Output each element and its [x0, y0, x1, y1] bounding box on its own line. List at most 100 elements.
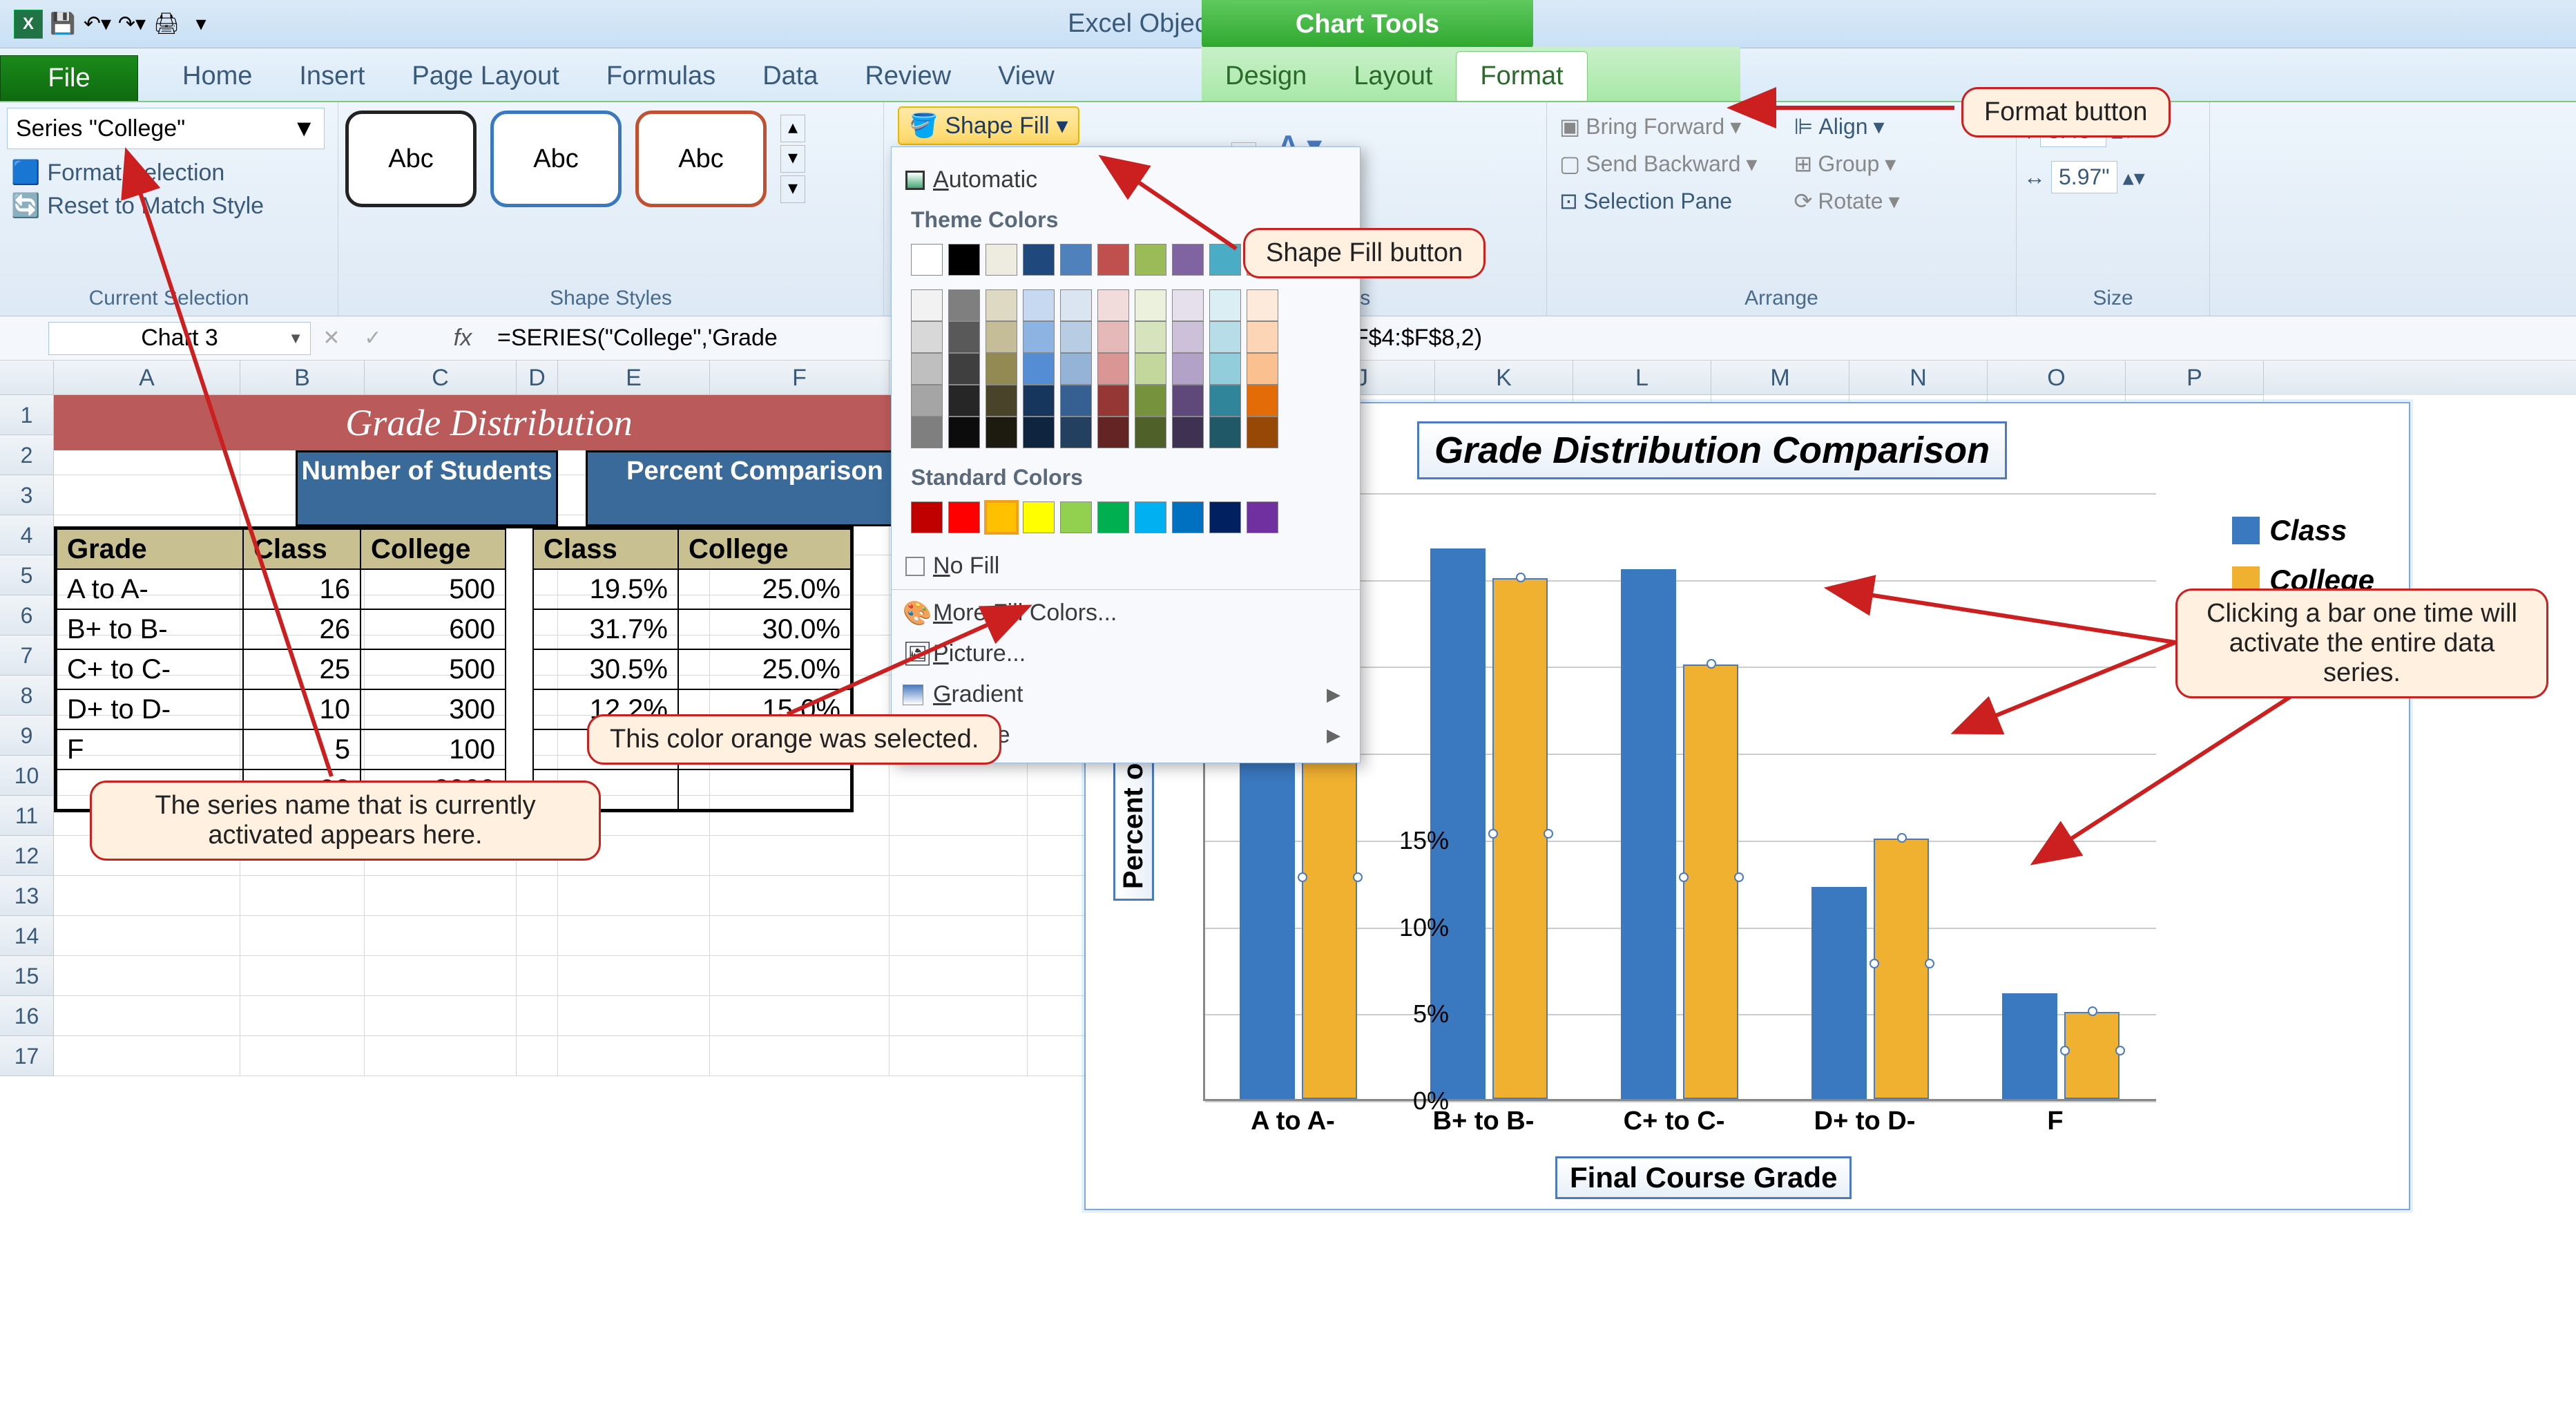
row-header-15[interactable]: 15 [0, 956, 54, 996]
cell-F16[interactable] [710, 996, 890, 1036]
cell-F13[interactable] [710, 876, 890, 916]
col-header-C[interactable]: C [365, 361, 517, 395]
col-header-M[interactable]: M [1711, 361, 1849, 395]
color-swatch[interactable] [1023, 385, 1055, 417]
formula-input[interactable]: =SERIES("College",'Gradeibution'!$F$4:$F… [490, 325, 2576, 352]
fill-automatic[interactable]: Automatic [892, 160, 1360, 200]
style-more-icon[interactable]: ▾ [780, 175, 805, 203]
color-swatch[interactable] [986, 244, 1017, 276]
fill-gradient[interactable]: Gradient▶ [892, 674, 1360, 715]
col-header-L[interactable]: L [1573, 361, 1711, 395]
tab-page-layout[interactable]: Page Layout [388, 52, 582, 101]
color-swatch[interactable] [911, 244, 943, 276]
cell-C17[interactable] [365, 1036, 517, 1076]
cell-D16[interactable] [517, 996, 558, 1036]
cell-G11[interactable] [890, 796, 1028, 836]
color-swatch[interactable] [1023, 321, 1055, 353]
color-swatch[interactable] [1097, 244, 1129, 276]
row-header-13[interactable]: 13 [0, 876, 54, 916]
tab-design[interactable]: Design [1202, 52, 1330, 101]
cell-E14[interactable] [558, 916, 710, 956]
color-swatch[interactable] [1135, 244, 1166, 276]
selection-pane-button[interactable]: ⊡ Selection Pane [1554, 184, 1775, 218]
color-swatch[interactable] [1247, 385, 1278, 417]
tab-home[interactable]: Home [159, 52, 276, 101]
cell-B16[interactable] [240, 996, 365, 1036]
col-header-K[interactable]: K [1435, 361, 1573, 395]
cell-B17[interactable] [240, 1036, 365, 1076]
shape-style-1[interactable]: Abc [345, 111, 477, 207]
tab-layout[interactable]: Layout [1330, 52, 1456, 101]
color-swatch[interactable] [1097, 385, 1129, 417]
color-swatch[interactable] [1172, 385, 1204, 417]
cell-G12[interactable] [890, 836, 1028, 876]
cell-E16[interactable] [558, 996, 710, 1036]
cancel-formula-icon[interactable]: ✕ [323, 326, 340, 350]
send-backward-button[interactable]: ▢ Send Backward ▾ [1554, 146, 1775, 181]
more-fill-colors[interactable]: 🎨More Fill Colors... [892, 593, 1360, 633]
fill-picture[interactable]: 🖼Picture... [892, 633, 1360, 674]
color-swatch[interactable] [1209, 289, 1241, 321]
row-header-14[interactable]: 14 [0, 916, 54, 956]
color-swatch[interactable] [1097, 353, 1129, 385]
row-header-16[interactable]: 16 [0, 996, 54, 1036]
color-swatch[interactable] [911, 501, 943, 533]
color-swatch[interactable] [1172, 289, 1204, 321]
cell-A3[interactable] [54, 475, 240, 515]
cell-E13[interactable] [558, 876, 710, 916]
color-swatch[interactable] [1060, 385, 1092, 417]
cell-E17[interactable] [558, 1036, 710, 1076]
color-swatch[interactable] [1247, 501, 1278, 533]
color-swatch[interactable] [1097, 289, 1129, 321]
cell-C16[interactable] [365, 996, 517, 1036]
cell-F14[interactable] [710, 916, 890, 956]
cell-C14[interactable] [365, 916, 517, 956]
color-swatch[interactable] [1209, 501, 1241, 533]
cell-F12[interactable] [710, 836, 890, 876]
color-swatch[interactable] [986, 501, 1017, 533]
color-swatch[interactable] [911, 385, 943, 417]
cell-D14[interactable] [517, 916, 558, 956]
color-swatch[interactable] [1209, 353, 1241, 385]
col-header-O[interactable]: O [1988, 361, 2126, 395]
color-swatch[interactable] [1247, 289, 1278, 321]
row-header-4[interactable]: 4 [0, 515, 54, 555]
row-header-5[interactable]: 5 [0, 555, 54, 595]
cell-A15[interactable] [54, 956, 240, 996]
qat-more-icon[interactable]: ▾ [186, 10, 215, 39]
color-swatch[interactable] [1097, 417, 1129, 448]
color-swatch[interactable] [986, 385, 1017, 417]
color-swatch[interactable] [1209, 417, 1241, 448]
bring-forward-button[interactable]: ▣ Bring Forward ▾ [1554, 109, 1775, 144]
style-scroll-up-icon[interactable]: ▴ [780, 115, 805, 142]
color-swatch[interactable] [911, 417, 943, 448]
color-swatch[interactable] [1247, 321, 1278, 353]
color-swatch[interactable] [1209, 385, 1241, 417]
color-swatch[interactable] [986, 289, 1017, 321]
cell-G15[interactable] [890, 956, 1028, 996]
color-swatch[interactable] [911, 353, 943, 385]
shape-style-2[interactable]: Abc [490, 111, 622, 207]
color-swatch[interactable] [1209, 321, 1241, 353]
rotate-button[interactable]: ⟳ Rotate ▾ [1789, 184, 2010, 218]
col-header-N[interactable]: N [1849, 361, 1988, 395]
select-all-corner[interactable] [0, 361, 54, 395]
shape-width-input[interactable]: ↔5.97"▴▾ [2024, 161, 2202, 193]
shape-style-3[interactable]: Abc [635, 111, 767, 207]
row-header-11[interactable]: 11 [0, 796, 54, 836]
bar-class-3[interactable] [1811, 887, 1867, 1099]
color-swatch[interactable] [1060, 417, 1092, 448]
bar-college-3[interactable] [1874, 839, 1929, 1099]
cell-B13[interactable] [240, 876, 365, 916]
color-swatch[interactable] [1172, 321, 1204, 353]
name-box[interactable]: Chart 3 [48, 322, 311, 355]
color-swatch[interactable] [1135, 417, 1166, 448]
color-swatch[interactable] [1172, 417, 1204, 448]
print-icon[interactable]: 🖨 [152, 10, 181, 39]
color-swatch[interactable] [1023, 289, 1055, 321]
tab-insert[interactable]: Insert [276, 52, 388, 101]
bar-college-4[interactable] [2064, 1012, 2120, 1099]
color-swatch[interactable] [1060, 501, 1092, 533]
col-header-B[interactable]: B [240, 361, 365, 395]
color-swatch[interactable] [1247, 353, 1278, 385]
